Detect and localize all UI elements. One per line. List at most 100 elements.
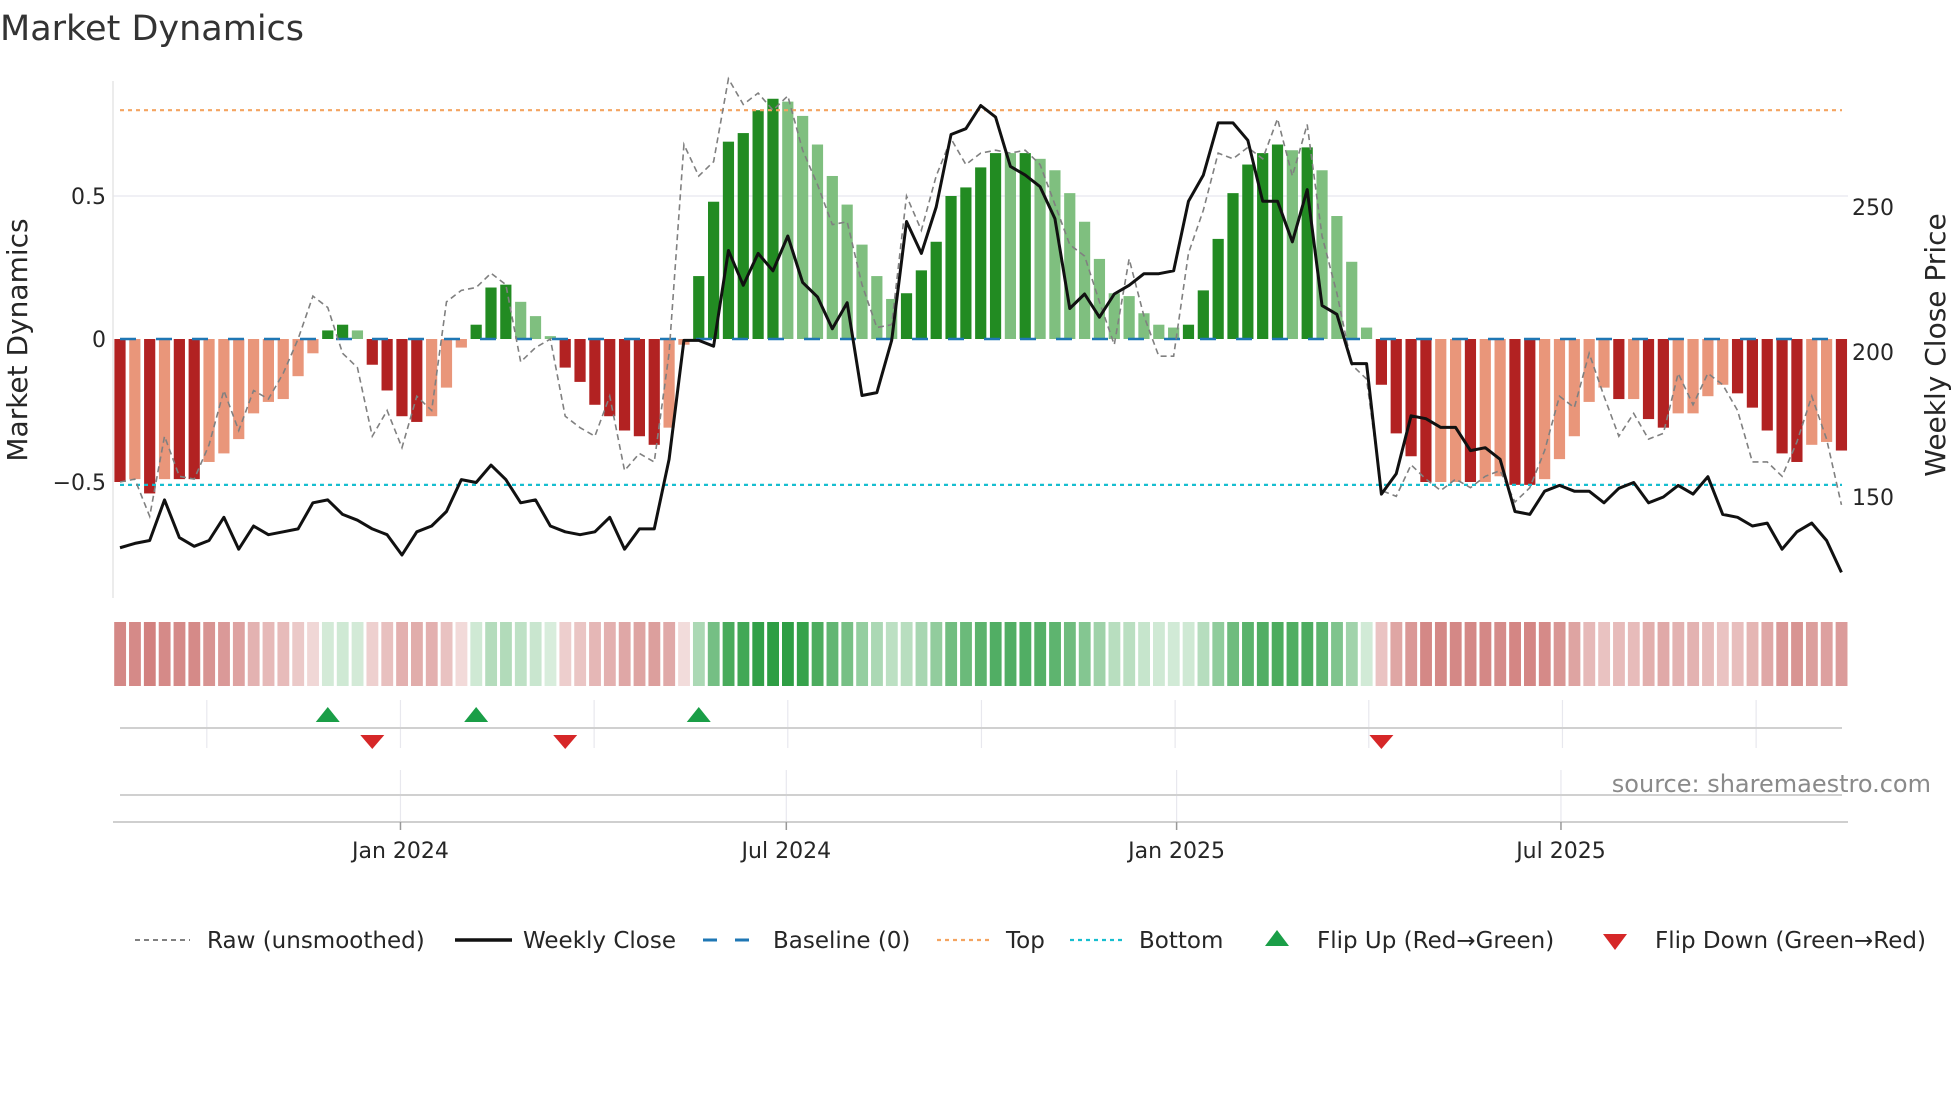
dynamics-bar [782,101,794,340]
dynamics-bar [188,339,200,480]
dynamics-bar [262,339,274,402]
dynamics-bar [1301,147,1313,339]
legend-label: Flip Up (Red→Green) [1317,928,1554,954]
dynamics-bar [1138,313,1150,339]
heat-cell [411,622,423,686]
right-y-ticks: 250 200 150 [1852,196,1894,511]
heat-cell [1835,622,1848,686]
legend-flip-down-swatch [1603,934,1627,950]
dynamics-bar [722,141,735,339]
dynamics-bar [618,339,631,431]
heat-cell [1434,622,1447,686]
dynamics-bar [633,339,645,437]
heat-cell [1553,622,1566,686]
heat-cell [1613,622,1625,686]
heat-cell [1479,622,1492,686]
heat-cell [618,622,631,686]
heat-cell [603,622,616,686]
heat-cell [1716,622,1729,686]
heat-cell [782,622,794,686]
dynamics-bar [915,270,927,339]
heat-cell [1138,622,1150,686]
heat-cell [470,622,483,686]
heat-cell [277,622,290,686]
dynamics-bar [767,98,779,339]
heat-cell [1598,622,1611,686]
heat-cell [678,622,690,686]
heat-cell [544,622,557,686]
dynamics-bar [1271,144,1284,339]
heat-cell [841,622,854,686]
heat-cell [1568,622,1581,686]
heat-cell [856,622,869,686]
dynamics-bar [1405,339,1417,457]
flip-up-marker [464,707,489,722]
heat-cell [885,622,898,686]
dynamics-bar [1212,238,1224,339]
heat-cell [945,622,958,686]
dynamics-bar [1642,339,1655,420]
dynamics-bar [1435,339,1447,482]
heat-cell [559,622,572,686]
heat-cell [1345,622,1358,686]
heat-cell [1153,622,1165,686]
dynamics-bar [1479,339,1491,482]
dynamics-bar [1524,339,1536,485]
dynamics-bar [1316,170,1328,339]
dynamics-bar [233,339,245,440]
dynamics-bar [1079,221,1091,339]
heat-cell [1509,622,1521,686]
dynamics-bar [1375,339,1387,385]
heat-cell [500,622,512,686]
heat-cell [1820,622,1833,686]
dynamics-bar [1746,339,1758,408]
heat-cell [574,622,587,686]
heat-cell [1004,622,1017,686]
legend-flip-up-swatch [1265,930,1289,946]
heat-cell [1405,622,1418,686]
heat-cell [425,622,438,686]
heat-cell [767,622,779,686]
dynamics-bar [574,339,586,382]
heat-cell [1761,622,1774,686]
dynamics-bar [1004,153,1016,339]
dynamics-bar [900,293,913,339]
heat-cell [1316,622,1329,686]
dynamics-bar [871,276,883,339]
heat-cell [262,622,275,686]
heat-cell [485,622,498,686]
x-tick-label: Jan 2024 [350,839,449,864]
heat-cell [1227,622,1240,686]
heat-cell [307,622,319,686]
flip-up-marker [686,707,711,722]
heat-cell [648,622,661,686]
dynamics-bar [1761,339,1773,431]
dynamics-bar [173,339,185,480]
heat-cell [811,622,824,686]
heat-cell [826,622,839,686]
flip-up-marker [315,707,340,722]
dynamics-bar [322,330,334,339]
dynamics-bar [1717,339,1729,385]
dynamics-bar [826,175,838,339]
dynamics-bar [144,339,156,494]
heat-cell [514,622,527,686]
heat-cell [1464,622,1477,686]
flip-down-marker [553,735,578,749]
heat-cell [218,622,230,686]
right-y-tick: 250 [1852,196,1894,221]
heat-cell [173,622,186,686]
x-axis-ticks: Jan 2024 Jul 2024 Jan 2025 Jul 2025 [350,822,1606,864]
heat-cell [1331,622,1343,686]
heat-cell [381,622,394,686]
left-y-tick: 0 [92,328,106,353]
heat-cell [1449,622,1462,686]
heat-cell [1776,622,1789,686]
heat-cell [366,622,379,686]
flip-markers-panel [113,700,1848,823]
heat-cell [351,622,364,686]
heat-cell [440,622,453,686]
heat-cell [722,622,735,686]
dynamics-bar [1390,339,1402,434]
heat-cell [930,622,943,686]
